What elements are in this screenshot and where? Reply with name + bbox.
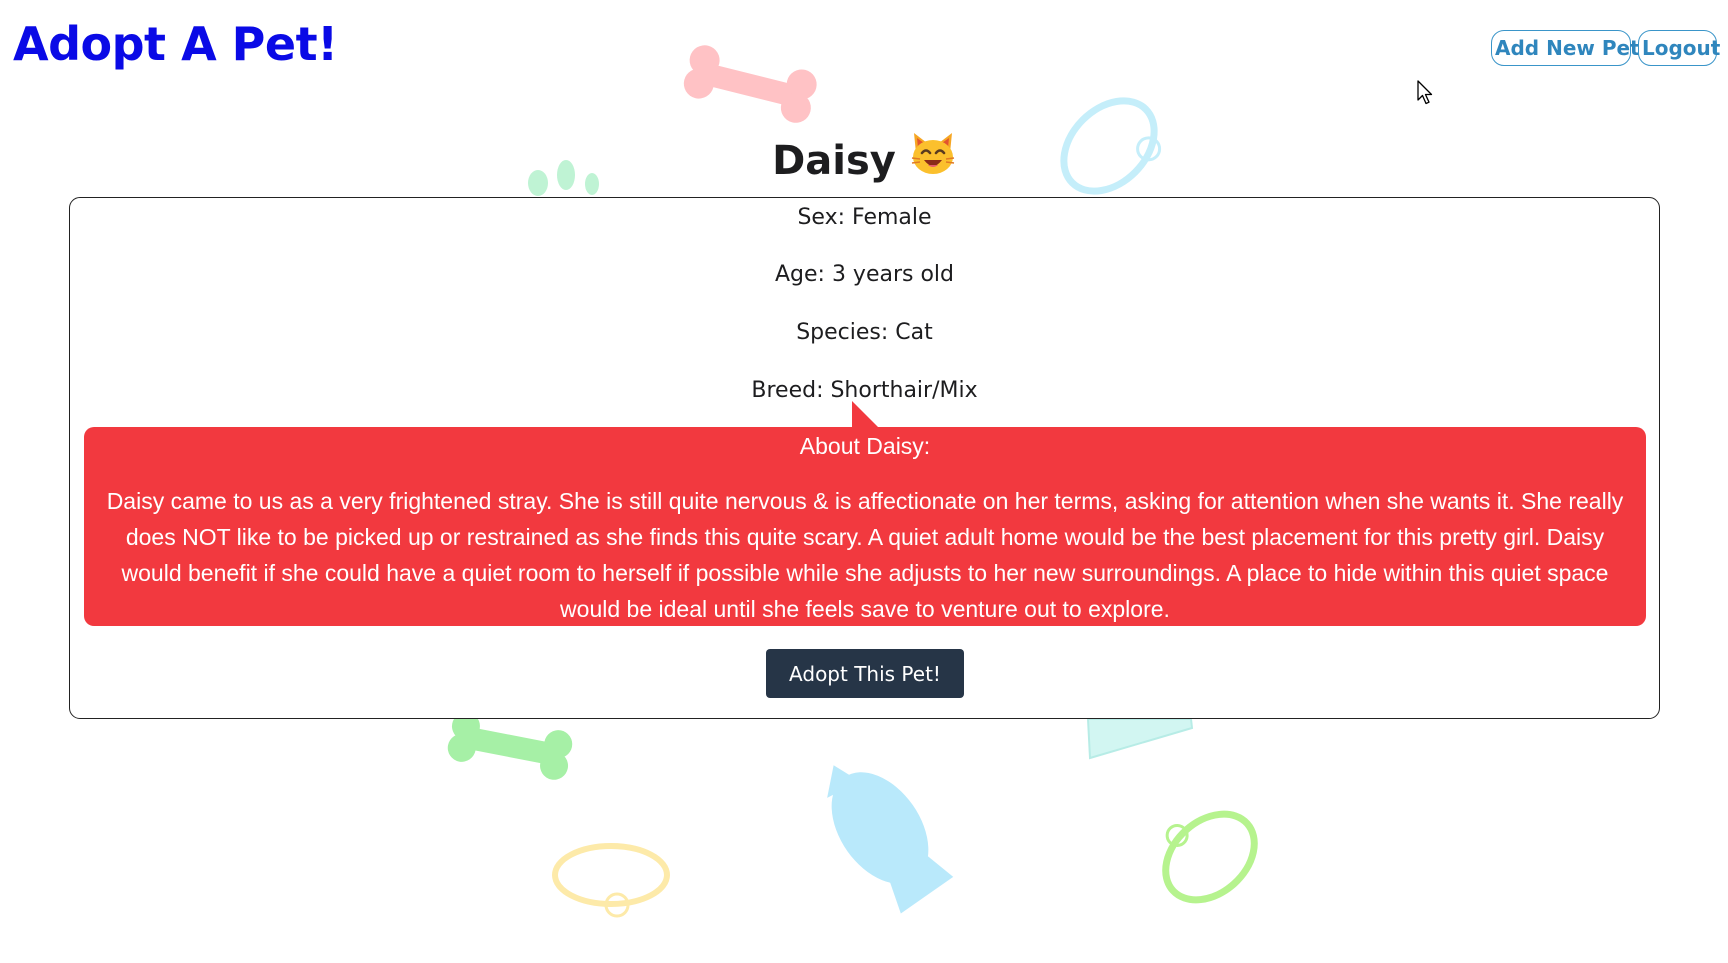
add-new-pet-button[interactable]: Add New Pet [1491,30,1640,66]
adopt-this-pet-button[interactable]: Adopt This Pet! [766,649,964,698]
about-section: About Daisy: Daisy came to us as a very … [84,427,1646,626]
about-pointer [852,401,880,429]
about-title: About Daisy: [799,433,931,459]
pet-name-heading: Daisy [0,131,1728,190]
collar-icon [1162,810,1258,904]
pet-age: Age: 3 years old [774,262,955,287]
pet-species: Species: Cat [796,320,933,345]
collar-icon [552,843,670,918]
top-nav: Add New Pet Logout [1491,30,1720,66]
logout-button[interactable]: Logout [1638,30,1720,66]
pet-name: Daisy [772,138,896,184]
cat-face-icon [910,131,956,190]
bone-icon [683,45,817,123]
pet-details-card: Sex: Female Age: 3 years old Species: Ca… [69,197,1660,719]
app-title: Adopt A Pet! [13,17,338,71]
about-description: Daisy came to us as a very frightened st… [106,488,1624,622]
mouse-cursor-icon [1417,80,1433,105]
bowl-icon [1086,718,1194,760]
page: Adopt A Pet! Add New Pet Logout Daisy Se… [0,0,1728,963]
fish-icon [827,765,954,914]
pet-sex: Sex: Female [797,205,932,230]
bone-icon [447,712,573,780]
